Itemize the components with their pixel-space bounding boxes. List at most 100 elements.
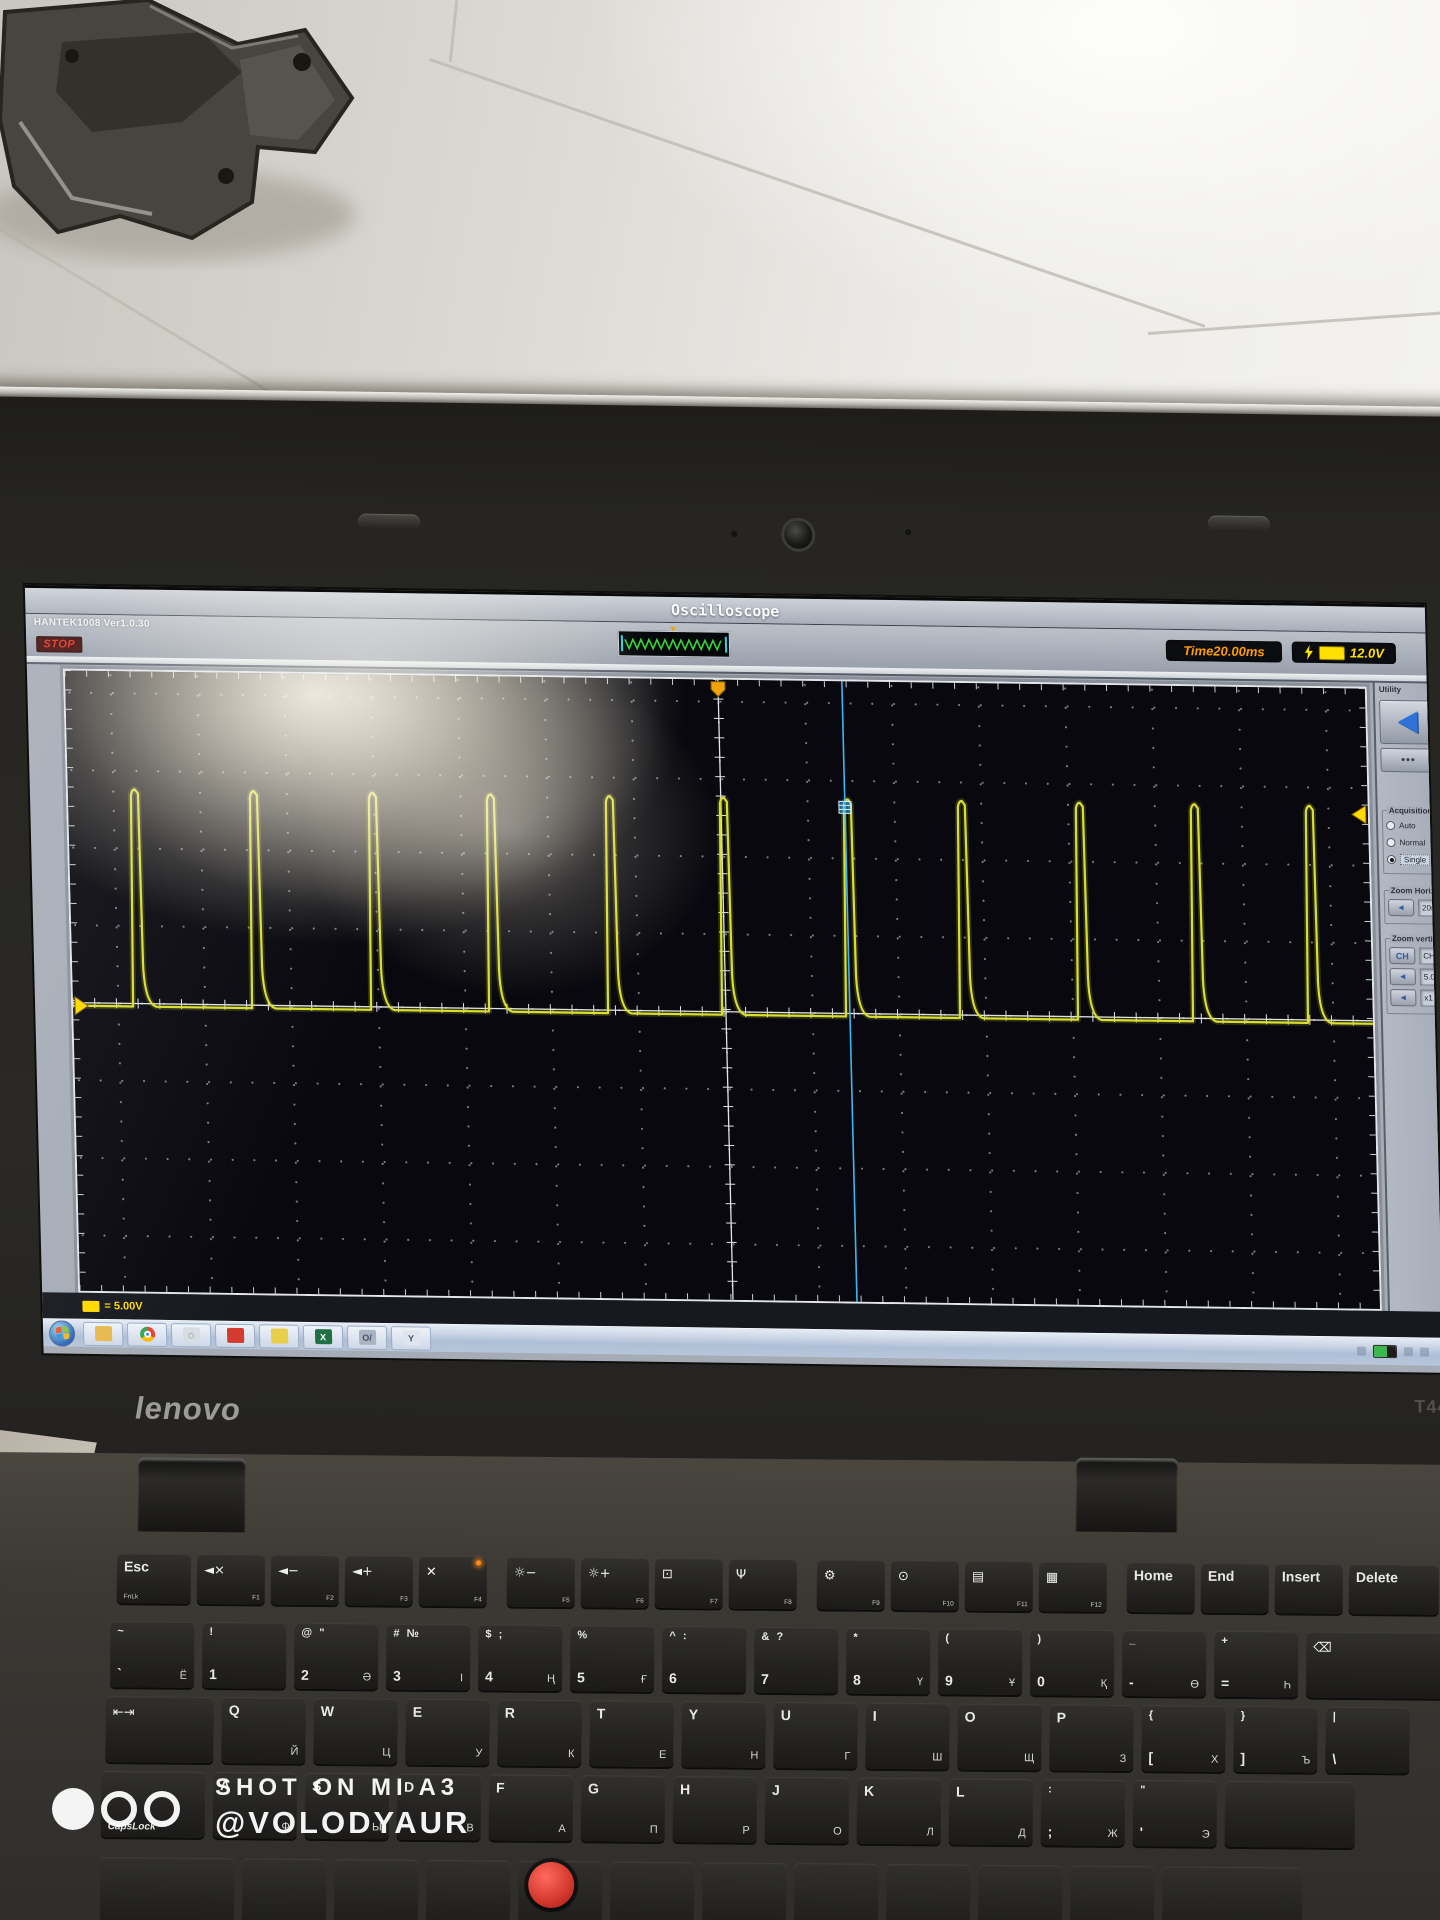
key-label: ) — [1037, 1633, 1044, 1646]
key-label: { — [1148, 1709, 1156, 1722]
key-label: F2 — [326, 1595, 334, 1603]
cursor-handle[interactable] — [838, 800, 852, 814]
key-8: * 8 Ү — [845, 1627, 931, 1695]
radio-icon[interactable] — [1386, 837, 1396, 848]
watermark-circles-logo — [52, 1788, 180, 1830]
lenovo-logo: lenovo — [134, 1390, 242, 1428]
key-label: * — [853, 1631, 860, 1644]
key-shift-right — [1161, 1866, 1303, 1920]
taskbar-app-icon[interactable]: Y — [390, 1325, 432, 1351]
key-label: F11 — [1016, 1601, 1028, 1609]
utility-more-button[interactable]: ••• — [1380, 747, 1437, 773]
key-label: ' — [1139, 1824, 1144, 1841]
stop-button-label: STOP — [43, 638, 76, 651]
key-label: Е — [658, 1748, 667, 1762]
key-label: P — [1056, 1709, 1067, 1726]
stop-button[interactable]: STOP — [36, 636, 83, 653]
channel-value[interactable]: CH1 — [1419, 947, 1440, 966]
key-label: R — [504, 1704, 515, 1721]
radio-label: Single — [1399, 854, 1431, 866]
timebase-display[interactable]: Time20.00ms — [1165, 639, 1283, 663]
taskbar-explorer-icon[interactable] — [82, 1321, 124, 1346]
key-label: FnLk — [123, 1593, 139, 1601]
key-label: К — [567, 1748, 575, 1761]
key-label: \ — [1332, 1750, 1337, 1767]
key-label: Н — [750, 1749, 759, 1762]
start-button[interactable] — [48, 1319, 76, 1347]
key-label: Esc — [123, 1558, 149, 1575]
trigger-level-display[interactable]: 12.0V — [1291, 641, 1397, 665]
key-label: Insert — [1281, 1568, 1321, 1585]
key-label: 8 — [852, 1671, 861, 1688]
battery-icon[interactable] — [1372, 1344, 1398, 1359]
key-label: Ә — [362, 1671, 372, 1684]
vertical-scale-value[interactable]: 5.00V — [1419, 968, 1440, 987]
key-nn — [701, 1862, 787, 1920]
key-f8: Ψ F8 — [728, 1558, 798, 1610]
key-label: G — [588, 1780, 600, 1797]
key-label: 6 — [668, 1670, 677, 1687]
acquisition-option-auto[interactable]: Auto — [1386, 819, 1440, 834]
key-label: 1 — [209, 1666, 217, 1683]
vertical-scale-decrease-button[interactable]: ◂ — [1389, 968, 1417, 986]
key-h: HР — [672, 1776, 758, 1843]
key-esc: Esc FnLk — [116, 1553, 192, 1604]
key-label: F3 — [400, 1595, 408, 1603]
key-l: LД — [948, 1778, 1034, 1846]
key-f6: ☼+ F6 — [580, 1557, 650, 1608]
key-label: Y — [688, 1706, 699, 1723]
trigger-preview-widget[interactable]: ▼ — [617, 624, 731, 658]
tray-icon[interactable] — [1356, 1346, 1367, 1356]
key-p: PЗ — [1049, 1704, 1134, 1772]
key-label: Q — [228, 1702, 240, 1719]
tray-icon[interactable] — [1403, 1347, 1414, 1357]
taskbar-excel-icon[interactable]: X — [302, 1324, 344, 1349]
vertical-multiplier-decrease-button[interactable]: ◂ — [1390, 989, 1417, 1007]
tile-grout-line — [429, 58, 1206, 328]
key-0: ) 0 Қ — [1029, 1629, 1115, 1696]
acquisition-option-normal[interactable]: Normal — [1386, 836, 1440, 851]
key-label: Ң — [547, 1672, 556, 1686]
key-label: Ъ — [1301, 1754, 1311, 1767]
zoom-horizontal-value[interactable]: 20ms — [1417, 899, 1440, 918]
taskbar-notes-icon[interactable] — [258, 1323, 300, 1349]
acquisition-group-label: Acquisition — [1386, 805, 1435, 816]
key-label: F1 — [252, 1594, 260, 1602]
watermark-line2: @VOLODYAUR — [215, 1805, 471, 1840]
radio-icon[interactable] — [1386, 854, 1397, 865]
zoom-horizontal-decrease-button[interactable]: ◂ — [1387, 898, 1415, 917]
bottom-row-partial — [99, 1857, 1303, 1920]
key-5: % 5 Ғ — [569, 1625, 655, 1692]
utility-back-button[interactable] — [1379, 699, 1437, 745]
model-label: T440 — [1414, 1396, 1440, 1418]
taskbar-pdf-icon[interactable] — [214, 1323, 256, 1348]
radio-icon[interactable] — [1386, 820, 1396, 831]
channel1-scale-chip[interactable]: = 5.00V — [82, 1300, 143, 1313]
taskbar-chrome-icon[interactable] — [126, 1321, 168, 1347]
channel-select-button[interactable]: CH — [1389, 947, 1416, 965]
tray-icon[interactable] — [1419, 1347, 1430, 1357]
trackpoint — [528, 1861, 575, 1909]
key-label: ] — [1240, 1750, 1246, 1767]
key-label: І — [459, 1672, 464, 1685]
key-bracket-left: {[Х — [1141, 1705, 1226, 1772]
key-label: Home — [1133, 1567, 1173, 1584]
taskbar-media-player-icon[interactable]: ○ — [170, 1322, 212, 1348]
vertical-multiplier-value[interactable]: x1 — [1420, 989, 1440, 1008]
acquisition-option-single[interactable]: Single — [1386, 853, 1440, 868]
key-e: EУ — [405, 1698, 490, 1766]
key-label: Ұ — [1008, 1676, 1016, 1690]
windows-logo-icon — [54, 1325, 70, 1341]
key-label: ⚙ — [823, 1568, 836, 1584]
right-hinge — [1075, 1457, 1178, 1533]
key-label: ▦ — [1045, 1570, 1059, 1586]
key-label: 7 — [760, 1670, 769, 1687]
key-b — [609, 1861, 695, 1920]
timebase-value: Time20.00ms — [1183, 643, 1265, 660]
key-label: Щ — [1024, 1752, 1035, 1765]
key-label: $ ; — [485, 1628, 505, 1641]
key-label: ☼+ — [587, 1566, 611, 1582]
taskbar-utility-icon[interactable]: O/ — [346, 1324, 388, 1350]
key-comma — [885, 1863, 971, 1920]
scope-display[interactable] — [62, 668, 1382, 1311]
